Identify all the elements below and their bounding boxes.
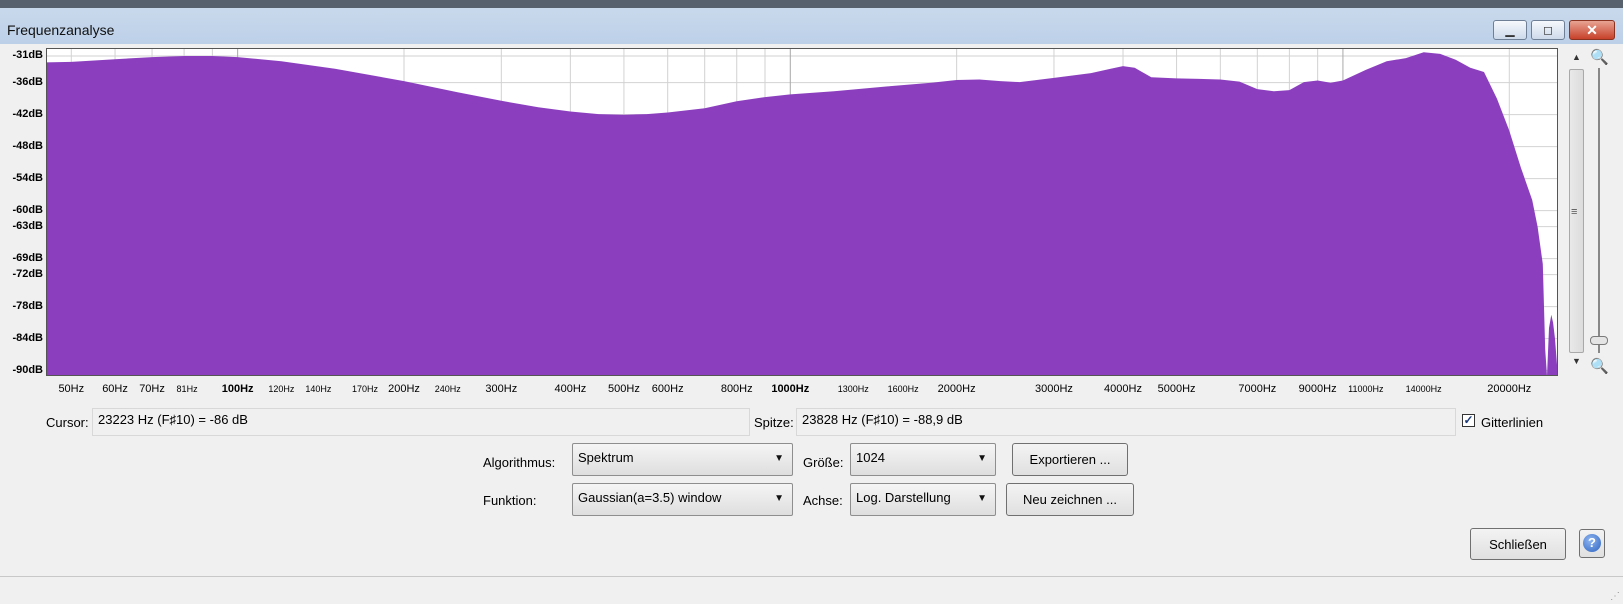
spectrum-area — [46, 52, 1558, 376]
grid-label[interactable]: Gitterlinien — [1481, 415, 1543, 430]
grip-icon: ≡ — [1571, 206, 1578, 218]
size-grip-icon[interactable]: ⋰ — [1610, 591, 1620, 602]
size-select[interactable]: 1024 ▼ — [850, 443, 996, 476]
y-tick-label: -54dB — [12, 171, 43, 184]
y-tick-label: -31dB — [12, 49, 43, 61]
axis-label: Achse: — [803, 493, 843, 508]
zoom-slider-track[interactable] — [1598, 68, 1600, 353]
help-icon: ? — [1583, 534, 1601, 552]
y-tick-label: -36dB — [12, 75, 43, 88]
x-tick-label: 14000Hz — [1405, 384, 1442, 394]
chevron-down-icon: ▼ — [977, 493, 987, 504]
minimize-button[interactable]: ▁ — [1493, 20, 1527, 40]
x-tick-label: 120Hz — [268, 384, 295, 394]
close-window-button[interactable]: ✕ — [1569, 20, 1615, 40]
zoom-in-icon[interactable]: 🔍 — [1590, 48, 1609, 66]
close-button[interactable]: Schließen — [1470, 528, 1566, 560]
x-tick-label: 50Hz — [58, 383, 85, 395]
export-button[interactable]: Exportieren ... — [1012, 443, 1128, 476]
x-tick-label: 1300Hz — [837, 384, 869, 394]
function-select[interactable]: Gaussian(a=3.5) window ▼ — [572, 483, 793, 516]
x-tick-label: 2000Hz — [937, 383, 976, 395]
export-button-label: Exportieren ... — [1029, 452, 1111, 467]
x-tick-label: 11000Hz — [1348, 384, 1384, 394]
x-tick-label: 100Hz — [221, 383, 254, 395]
y-tick-label: -69dB — [12, 251, 43, 264]
y-tick-label: -90dB — [12, 363, 43, 376]
peak-value: 23828 Hz (F♯10) = -88,9 dB — [802, 412, 963, 427]
x-tick-label: 5000Hz — [1157, 383, 1196, 395]
close-icon: ✕ — [1586, 21, 1598, 38]
y-tick-label: -63dB — [12, 219, 43, 232]
redraw-button[interactable]: Neu zeichnen ... — [1006, 483, 1134, 516]
y-tick-label: -78dB — [12, 299, 43, 312]
window-top-edge — [0, 0, 1623, 8]
cursor-value-field: 23223 Hz (F♯10) = -86 dB — [92, 408, 750, 436]
algorithm-value: Spektrum — [578, 450, 634, 465]
y-tick-label: -84dB — [12, 331, 43, 344]
peak-label: Spitze: — [754, 415, 794, 430]
spectrum-plot[interactable] — [46, 48, 1558, 376]
x-tick-label: 4000Hz — [1104, 383, 1142, 395]
scroll-up-icon[interactable]: ▲ — [1572, 52, 1581, 62]
x-tick-label: 7000Hz — [1238, 383, 1277, 395]
x-tick-label: 20000Hz — [1487, 383, 1532, 395]
y-tick-label: -60dB — [12, 203, 43, 216]
title-bar[interactable]: Frequenzanalyse ▁ ◻ ✕ — [0, 8, 1623, 44]
peak-value-field: 23828 Hz (F♯10) = -88,9 dB — [796, 408, 1456, 436]
algorithm-select[interactable]: Spektrum ▼ — [572, 443, 793, 476]
grid-checkbox[interactable]: ✓ — [1462, 414, 1475, 427]
x-tick-label: 1000Hz — [771, 383, 810, 395]
zoom-slider-thumb[interactable] — [1590, 336, 1608, 345]
maximize-icon: ◻ — [1543, 23, 1553, 37]
chevron-down-icon: ▼ — [774, 453, 784, 464]
function-label: Funktion: — [483, 493, 537, 508]
x-tick-label: 240Hz — [434, 384, 461, 394]
x-tick-label: 81Hz — [176, 384, 198, 394]
help-button[interactable]: ? — [1579, 529, 1605, 558]
y-tick-label: -42dB — [12, 107, 43, 120]
cursor-label: Cursor: — [46, 415, 89, 430]
cursor-value: 23223 Hz (F♯10) = -86 dB — [98, 412, 248, 427]
x-tick-label: 60Hz — [102, 383, 128, 395]
minimize-icon: ▁ — [1505, 23, 1515, 37]
close-button-label: Schließen — [1489, 536, 1547, 552]
checkmark-icon: ✓ — [1463, 413, 1474, 427]
function-value: Gaussian(a=3.5) window — [578, 490, 722, 505]
y-tick-label: -48dB — [12, 139, 43, 152]
chevron-down-icon: ▼ — [774, 493, 784, 504]
algorithm-label: Algorithmus: — [483, 455, 556, 470]
y-tick-label: -72dB — [12, 267, 43, 280]
x-tick-label: 400Hz — [554, 383, 587, 395]
size-label: Größe: — [803, 455, 844, 470]
zoom-out-icon[interactable]: 🔍 — [1590, 357, 1609, 375]
chevron-down-icon: ▼ — [977, 453, 987, 464]
status-bar: ⋰ — [0, 576, 1623, 604]
x-tick-label: 140Hz — [305, 384, 332, 394]
maximize-button[interactable]: ◻ — [1531, 20, 1565, 40]
scroll-down-icon[interactable]: ▼ — [1572, 356, 1581, 366]
window-title: Frequenzanalyse — [7, 22, 115, 38]
x-tick-label: 200Hz — [388, 383, 420, 395]
x-tick-label: 3000Hz — [1034, 383, 1073, 395]
x-tick-label: 800Hz — [720, 383, 753, 395]
x-tick-label: 600Hz — [651, 383, 684, 395]
redraw-button-label: Neu zeichnen ... — [1023, 492, 1117, 507]
size-value: 1024 — [856, 450, 885, 465]
axis-select[interactable]: Log. Darstellung ▼ — [850, 483, 996, 516]
x-tick-label: 70Hz — [139, 383, 165, 395]
x-tick-label: 9000Hz — [1298, 383, 1337, 395]
x-tick-label: 1600Hz — [887, 384, 919, 394]
x-tick-label: 500Hz — [608, 383, 640, 395]
x-tick-label: 170Hz — [351, 384, 379, 394]
axis-value: Log. Darstellung — [856, 490, 951, 505]
x-tick-label: 300Hz — [485, 383, 518, 395]
